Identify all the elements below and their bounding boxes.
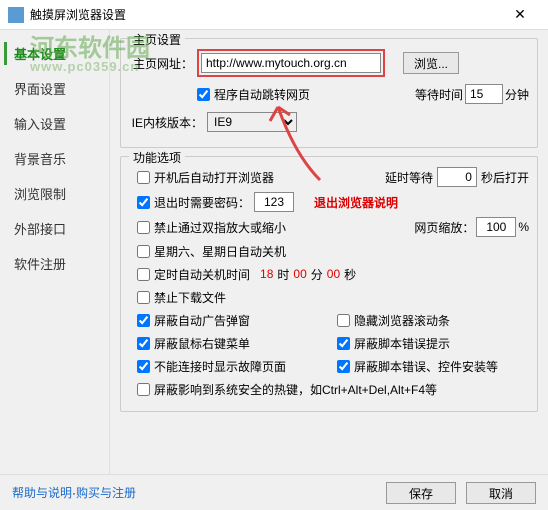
no-conn-page-label: 不能连接时显示故障页面 <box>154 358 286 375</box>
auto-jump-label: 程序自动跳转网页 <box>214 86 310 103</box>
block-hotkeys-label: 屏蔽影响到系统安全的热键，如Ctrl+Alt+Del,Alt+F4等 <box>154 381 437 398</box>
timer-m: 00 <box>293 267 306 281</box>
sidebar-item-api[interactable]: 外部接口 <box>0 211 109 246</box>
no-download-checkbox[interactable] <box>137 291 150 304</box>
block-script-ax-checkbox[interactable] <box>337 360 350 373</box>
url-label: 主页网址： <box>129 55 193 72</box>
timer-m-unit: 分 <box>311 266 323 283</box>
buy-link[interactable]: 购买与注册 <box>76 484 136 501</box>
ie-label: IE内核版本： <box>129 114 203 131</box>
timer-s-unit: 秒 <box>344 266 356 283</box>
no-conn-page-checkbox[interactable] <box>137 360 150 373</box>
block-script-err-label: 屏蔽脚本错误提示 <box>354 335 450 352</box>
delay-unit: 秒后打开 <box>481 169 529 186</box>
wait-time-input[interactable] <box>465 84 503 104</box>
no-pinch-label: 禁止通过双指放大或缩小 <box>154 219 286 236</box>
window-title: 触摸屏浏览器设置 <box>30 6 500 23</box>
homepage-url-input[interactable] <box>201 53 381 73</box>
exit-pwd-checkbox[interactable] <box>137 196 150 209</box>
hide-scroll-label: 隐藏浏览器滚动条 <box>354 312 450 329</box>
weekend-off-checkbox[interactable] <box>137 245 150 258</box>
zoom-unit: % <box>518 220 529 234</box>
timer-off-label: 定时自动关机时间 <box>154 266 250 283</box>
exit-pwd-input[interactable] <box>254 192 294 212</box>
block-hotkeys-checkbox[interactable] <box>137 383 150 396</box>
url-highlight <box>197 49 385 77</box>
timer-h-unit: 时 <box>277 266 289 283</box>
options-group: 功能选项 开机后自动打开浏览器 延时等待 秒后打开 退出时需要密码： 退出浏览器… <box>120 156 538 412</box>
footer-bar: 帮助与说明 · 购买与注册 保存 取消 <box>0 474 548 510</box>
delay-label: 延时等待 <box>385 169 433 186</box>
content-panel: 主页设置 主页网址： 浏览... 程序自动跳转网页 等待时间 分钟 IE内 <box>110 30 548 474</box>
timer-h: 18 <box>260 267 273 281</box>
titlebar: 触摸屏浏览器设置 ✕ <box>0 0 548 30</box>
sidebar-item-limit[interactable]: 浏览限制 <box>0 176 109 211</box>
options-group-title: 功能选项 <box>129 149 185 166</box>
no-pinch-checkbox[interactable] <box>137 221 150 234</box>
app-icon <box>8 7 24 23</box>
zoom-input[interactable] <box>476 217 516 237</box>
block-script-err-checkbox[interactable] <box>337 337 350 350</box>
homepage-group: 主页设置 主页网址： 浏览... 程序自动跳转网页 等待时间 分钟 IE内 <box>120 38 538 148</box>
timer-off-checkbox[interactable] <box>137 268 150 281</box>
block-ads-checkbox[interactable] <box>137 314 150 327</box>
auto-jump-checkbox[interactable] <box>197 88 210 101</box>
timer-s: 00 <box>327 267 340 281</box>
block-ads-label: 屏蔽自动广告弹窗 <box>154 312 250 329</box>
block-script-ax-label: 屏蔽脚本错误、控件安装等 <box>354 358 498 375</box>
exit-note: 退出浏览器说明 <box>314 194 398 211</box>
autostart-checkbox[interactable] <box>137 171 150 184</box>
hide-scroll-checkbox[interactable] <box>337 314 350 327</box>
weekend-off-label: 星期六、星期日自动关机 <box>154 243 286 260</box>
sidebar-item-ui[interactable]: 界面设置 <box>0 71 109 106</box>
exit-pwd-label: 退出时需要密码： <box>154 194 250 211</box>
delay-input[interactable] <box>437 167 477 187</box>
help-link[interactable]: 帮助与说明 <box>12 484 72 501</box>
close-button[interactable]: ✕ <box>500 0 540 30</box>
wait-unit: 分钟 <box>505 86 529 103</box>
homepage-group-title: 主页设置 <box>129 31 185 48</box>
block-rclick-checkbox[interactable] <box>137 337 150 350</box>
zoom-label: 网页缩放： <box>414 219 474 236</box>
sidebar-item-register[interactable]: 软件注册 <box>0 246 109 281</box>
sidebar-item-basic[interactable]: 基本设置 <box>0 36 109 71</box>
no-download-label: 禁止下载文件 <box>154 289 226 306</box>
autostart-label: 开机后自动打开浏览器 <box>154 169 274 186</box>
cancel-button[interactable]: 取消 <box>466 482 536 504</box>
sidebar: 基本设置 界面设置 输入设置 背景音乐 浏览限制 外部接口 软件注册 <box>0 30 110 474</box>
save-button[interactable]: 保存 <box>386 482 456 504</box>
block-rclick-label: 屏蔽鼠标右键菜单 <box>154 335 250 352</box>
browse-button[interactable]: 浏览... <box>403 52 459 74</box>
sidebar-item-music[interactable]: 背景音乐 <box>0 141 109 176</box>
wait-label: 等待时间 <box>415 86 463 103</box>
ie-version-select[interactable]: IE9 <box>207 112 297 132</box>
sidebar-item-input[interactable]: 输入设置 <box>0 106 109 141</box>
